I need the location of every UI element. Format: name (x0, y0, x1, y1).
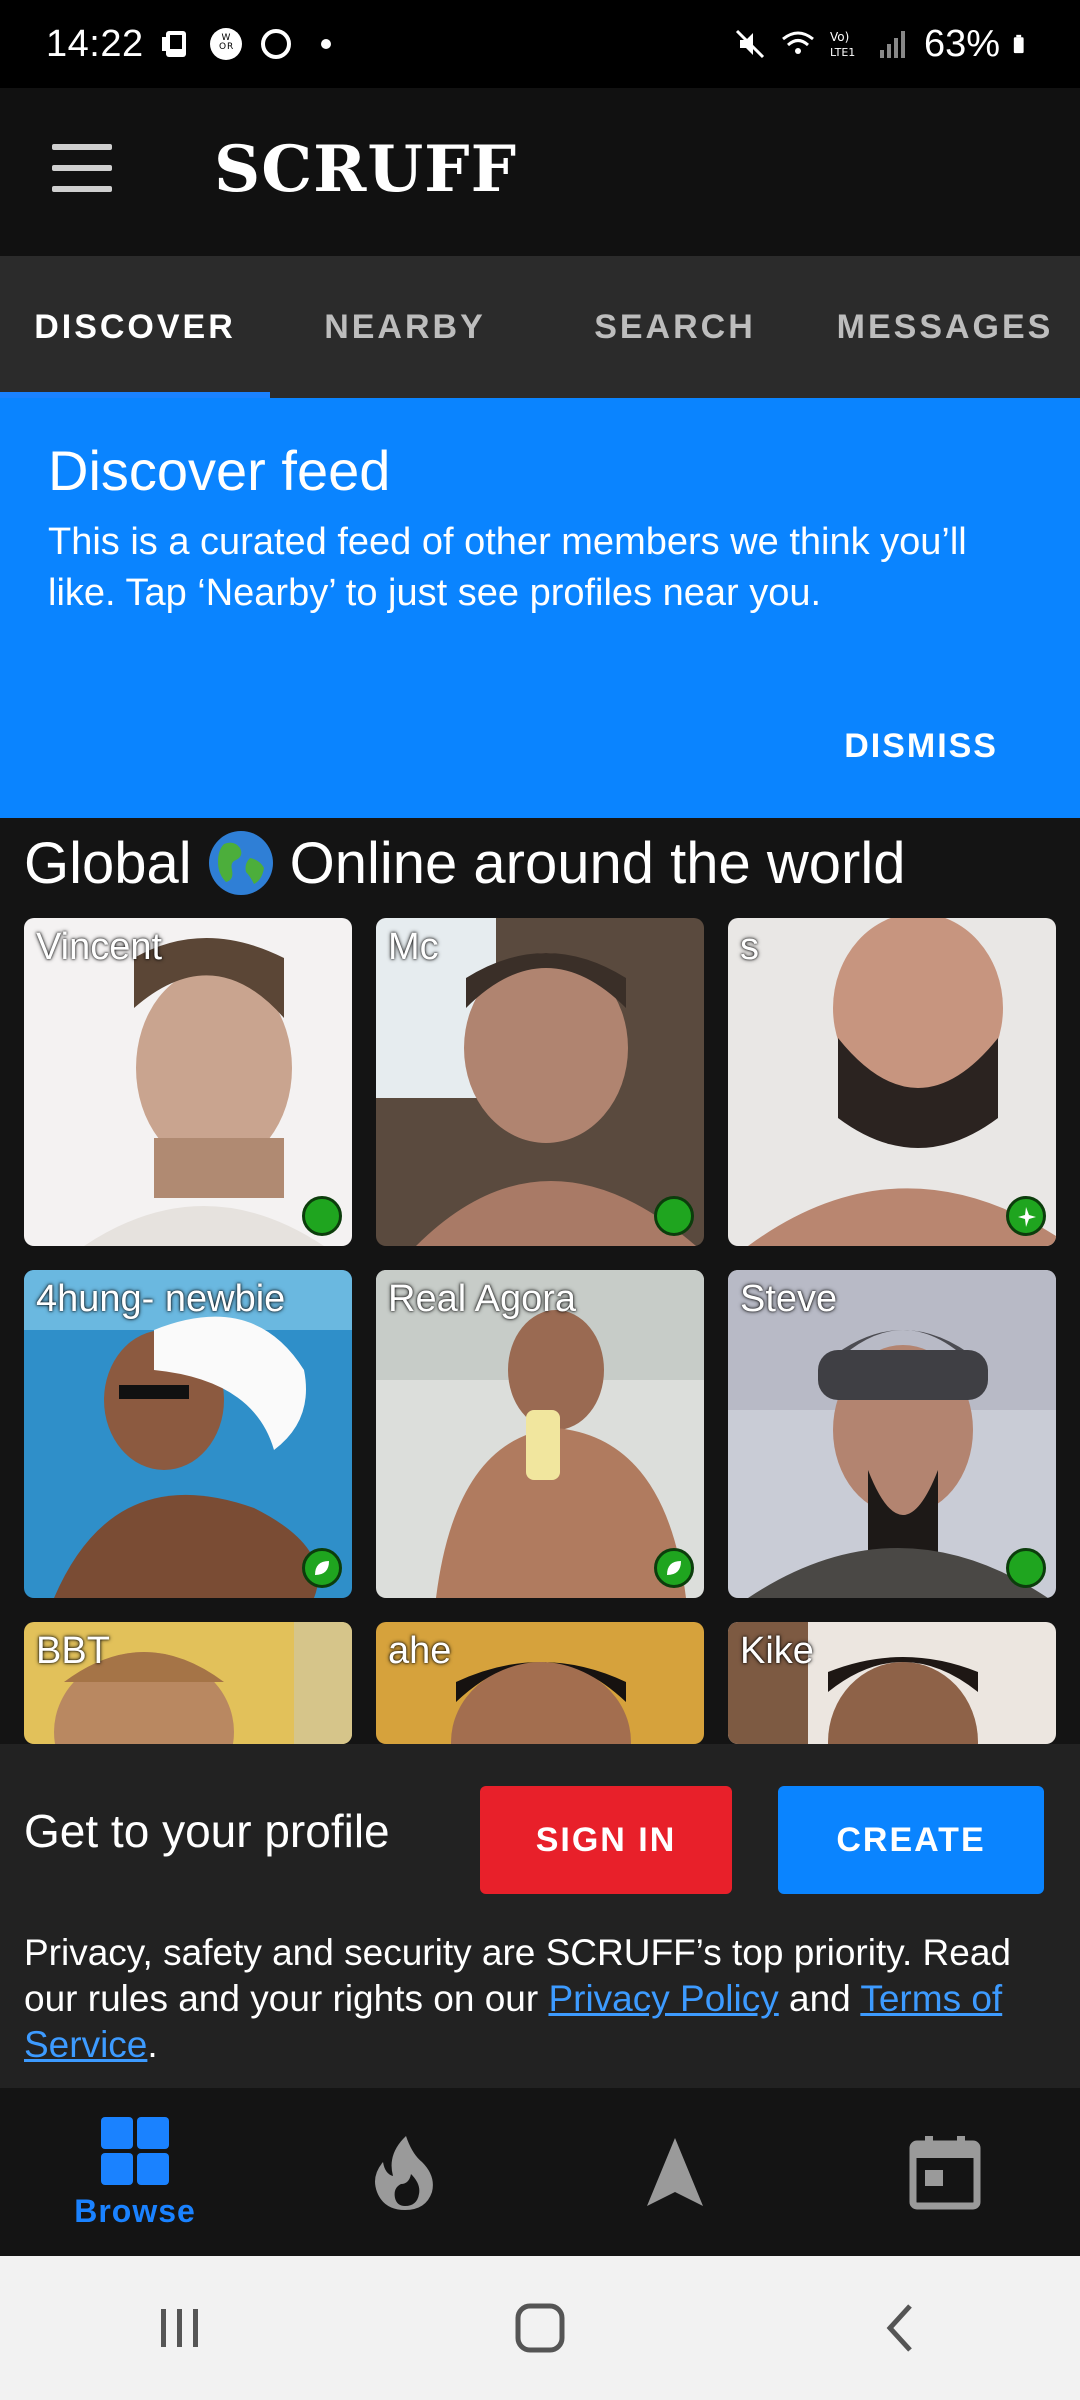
tab-bar: DISCOVER NEARBY SEARCH MESSAGES (0, 256, 1080, 398)
dot-icon (320, 39, 331, 49)
tab-messages[interactable]: MESSAGES (810, 256, 1080, 398)
tab-search[interactable]: SEARCH (540, 256, 810, 398)
travel-status-icon (1006, 1196, 1046, 1236)
section-title-prefix: Global (24, 830, 192, 896)
profile-name: ahe (388, 1630, 452, 1672)
nav-flame[interactable] (270, 2088, 540, 2256)
profile-panel-heading: Get to your profile (24, 1805, 390, 1857)
back-icon (886, 2304, 912, 2352)
section-title: Global Online around the world (24, 828, 905, 898)
profile-card[interactable]: Real Agora (376, 1270, 704, 1598)
eco-status-icon (302, 1548, 342, 1588)
dismiss-button[interactable]: DISMISS (844, 727, 998, 766)
app-header: SCRUFF (0, 88, 1080, 256)
profile-card[interactable]: Kike (728, 1622, 1056, 1744)
eco-status-icon (654, 1548, 694, 1588)
menu-button[interactable] (52, 144, 112, 192)
sign-in-button[interactable]: SIGN IN (480, 1786, 732, 1894)
mute-icon (735, 29, 764, 59)
globe-icon (208, 831, 273, 895)
profile-card[interactable]: BBT (24, 1622, 352, 1744)
hamburger-icon-bar (52, 165, 112, 171)
svg-text:O: O (219, 42, 226, 52)
calendar-icon (909, 2136, 981, 2210)
online-status-dot (302, 1196, 342, 1236)
profile-card[interactable]: Steve (728, 1270, 1056, 1598)
status-time: 14:22 (46, 22, 144, 65)
discover-banner: Discover feed This is a curated feed of … (0, 398, 1080, 818)
battery-icon (1013, 34, 1024, 54)
profile-name: BBT (36, 1630, 110, 1672)
home-icon (515, 2303, 565, 2353)
profile-name: Vincent (36, 926, 163, 968)
profile-card[interactable]: ahe (376, 1622, 704, 1744)
banner-title: Discover feed (48, 439, 391, 502)
wifi-icon (782, 31, 814, 54)
profile-name: Steve (740, 1278, 838, 1320)
bottom-nav: Browse (0, 2088, 1080, 2256)
profile-card[interactable]: Mc (376, 918, 704, 1246)
svg-text:R: R (227, 42, 233, 52)
banner-text: This is a curated feed of other members … (48, 521, 967, 614)
online-status-dot (654, 1196, 694, 1236)
profile-name: Kike (740, 1630, 814, 1672)
recent-apps-icon (161, 2309, 198, 2347)
flame-icon (375, 2136, 433, 2210)
privacy-text-and: and (778, 1978, 861, 2019)
navigation-arrow-icon (647, 2138, 703, 2206)
phone-icon (161, 31, 186, 57)
system-nav-bar (0, 2256, 1080, 2400)
grid-icon (101, 2116, 169, 2185)
nav-navigation[interactable] (540, 2088, 810, 2256)
profile-name: s (740, 926, 759, 968)
section-title-suffix: Online around the world (289, 830, 906, 896)
profile-card[interactable]: s (728, 918, 1056, 1246)
profile-name: 4hung- newbie (36, 1278, 286, 1320)
wor-icon: WO R (209, 28, 242, 60)
volte-icon: Vo) LTE1 (830, 30, 855, 59)
online-status-dot (1006, 1548, 1046, 1588)
svg-text:LTE1: LTE1 (830, 46, 855, 59)
profile-card[interactable]: Vincent (24, 918, 352, 1246)
signal-icon (879, 31, 905, 58)
nav-browse-label: Browse (74, 2192, 196, 2229)
profile-name: Mc (388, 926, 439, 968)
battery-text: 63% (923, 22, 1000, 65)
hamburger-icon-bar (52, 144, 112, 150)
profile-name: Real Agora (388, 1278, 577, 1320)
create-button[interactable]: CREATE (778, 1786, 1044, 1894)
hamburger-icon-bar (52, 186, 112, 192)
profile-photo (728, 918, 1056, 1246)
circle-icon (260, 29, 291, 59)
nav-calendar[interactable] (810, 2088, 1080, 2256)
back-button[interactable] (840, 2278, 960, 2378)
privacy-notice: Privacy, safety and security are SCRUFF’… (24, 1930, 1064, 2068)
status-bar: 14:22 WOR Vo) LTE1 63% (0, 0, 1080, 88)
privacy-text-end: . (147, 2024, 158, 2065)
home-button[interactable] (480, 2278, 600, 2378)
tab-discover[interactable]: DISCOVER (0, 256, 270, 398)
profile-panel: Get to your profile SIGN IN CREATE Priva… (0, 1744, 1080, 2088)
svg-text:Vo): Vo) (830, 30, 849, 44)
privacy-policy-link[interactable]: Privacy Policy (548, 1978, 778, 2019)
recent-apps-button[interactable] (120, 2278, 240, 2378)
tab-nearby[interactable]: NEARBY (270, 256, 540, 398)
app-logo: SCRUFF (214, 132, 518, 207)
profile-card[interactable]: 4hung- newbie (24, 1270, 352, 1598)
nav-browse[interactable]: Browse (0, 2088, 270, 2256)
